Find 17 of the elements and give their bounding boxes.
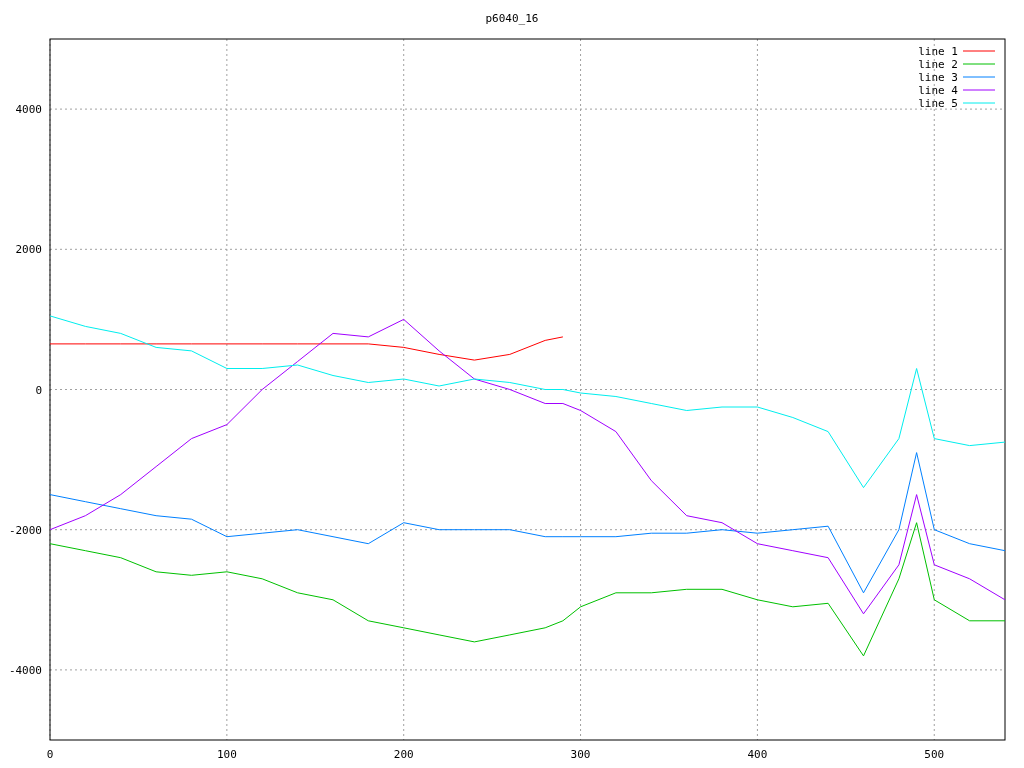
legend-label: line 3 — [918, 71, 958, 84]
x-tick-label: 200 — [393, 748, 414, 761]
legend-label: line 1 — [918, 45, 958, 58]
chart-title: p6040_16 — [485, 12, 539, 25]
x-tick-label: 100 — [216, 748, 237, 761]
y-tick-label: 0 — [35, 383, 42, 397]
x-tick-label: 500 — [924, 748, 945, 761]
y-tick-label: -2000 — [8, 523, 42, 537]
x-tick-label: 300 — [570, 748, 591, 761]
legend-label: line 4 — [918, 84, 958, 97]
legend-label: line 2 — [918, 58, 958, 71]
x-tick-label: 0 — [46, 748, 54, 761]
legend-label: line 5 — [918, 97, 958, 110]
x-tick-label: 400 — [747, 748, 768, 761]
y-tick-label: 4000 — [15, 103, 42, 117]
y-tick-label: -4000 — [8, 663, 42, 677]
y-tick-label: 2000 — [15, 243, 42, 257]
